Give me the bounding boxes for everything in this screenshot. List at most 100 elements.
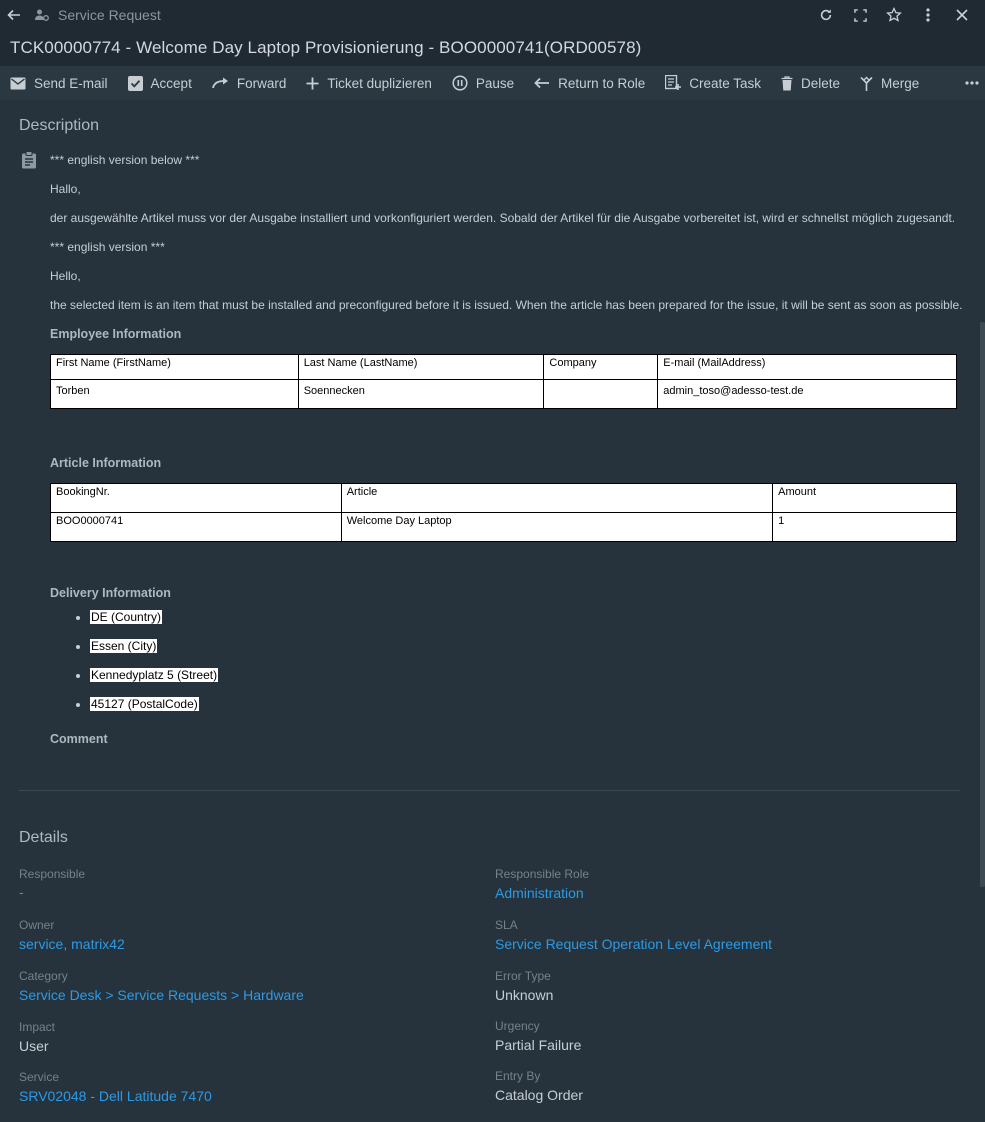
table-header-cell: Last Name (LastName) <box>297 354 545 380</box>
checkbox-icon <box>127 75 143 91</box>
delivery-country: DE (Country) <box>90 610 163 624</box>
urgency-value: Partial Failure <box>495 1037 582 1053</box>
delivery-info-heading: Delivery Information <box>50 586 171 600</box>
table-row: BOO0000741 Welcome Day Laptop 1 <box>50 512 957 542</box>
table-header-row: BookingNr. Article Amount <box>50 483 957 513</box>
task-list-icon <box>665 75 682 90</box>
create-task-button[interactable]: Create Task <box>655 66 771 100</box>
responsible-label: Responsible <box>19 867 86 881</box>
table-header-cell: BookingNr. <box>50 483 342 513</box>
table-cell: Soennecken <box>297 379 545 409</box>
sla-label: SLA <box>495 918 518 932</box>
error-type-value: Unknown <box>495 987 554 1003</box>
back-arrow-icon[interactable] <box>0 7 28 23</box>
impact-label: Impact <box>19 1020 56 1034</box>
forward-button[interactable]: Forward <box>202 66 297 100</box>
comment-heading: Comment <box>50 732 108 746</box>
service-label: Service <box>19 1070 60 1084</box>
owner-label: Owner <box>19 918 55 932</box>
send-email-button[interactable]: Send E-mail <box>0 66 118 100</box>
pause-label: Pause <box>475 75 515 91</box>
impact-value: User <box>19 1038 49 1054</box>
delivery-street: Kennedyplatz 5 (Street) <box>90 668 219 682</box>
table-cell <box>543 379 659 409</box>
duplicate-ticket-button[interactable]: Ticket duplizieren <box>296 66 442 100</box>
table-cell: Welcome Day Laptop <box>340 512 774 542</box>
forward-icon <box>211 77 228 89</box>
details-heading: Details <box>19 829 68 846</box>
delivery-city: Essen (City) <box>90 639 158 653</box>
accept-button[interactable]: Accept <box>118 66 202 100</box>
pause-button[interactable]: Pause <box>442 66 524 100</box>
forward-label: Forward <box>236 75 287 91</box>
return-arrow-icon <box>534 77 550 89</box>
merge-icon <box>860 76 873 91</box>
mail-icon <box>10 77 26 89</box>
window-actions <box>809 0 979 30</box>
more-horizontal-icon[interactable] <box>965 66 979 100</box>
list-item: Kennedyplatz 5 (Street) <box>90 668 219 697</box>
clipboard-icon <box>21 151 37 174</box>
article-info-heading: Article Information <box>50 456 162 470</box>
breadcrumb: Service Request <box>58 7 161 23</box>
description-line-4: *** english version *** <box>50 240 165 254</box>
table-cell: BOO0000741 <box>50 512 342 542</box>
list-item: Essen (City) <box>90 639 218 668</box>
delete-button[interactable]: Delete <box>771 66 850 100</box>
pause-icon <box>452 75 468 91</box>
table-header-cell: E-mail (MailAddress) <box>657 354 957 380</box>
description-line-3: der ausgewählte Artikel muss vor der Aus… <box>50 211 956 225</box>
plus-icon <box>306 77 319 89</box>
table-header-cell: Amount <box>772 483 957 513</box>
refresh-icon[interactable] <box>809 8 843 22</box>
return-to-role-button[interactable]: Return to Role <box>524 66 655 100</box>
responsible-role-label: Responsible Role <box>495 867 590 881</box>
description-line-6: the selected item is an item that must b… <box>50 298 963 312</box>
entry-by-value: Catalog Order <box>495 1087 583 1103</box>
scrollbar-thumb[interactable] <box>980 322 985 887</box>
more-vertical-icon[interactable] <box>911 8 945 22</box>
category-link[interactable]: Service Desk > Service Requests > Hardwa… <box>19 987 304 1003</box>
employee-info-heading: Employee Information <box>50 327 182 341</box>
table-header-cell: Company <box>543 354 659 380</box>
responsible-value: - <box>19 884 24 900</box>
description-line-2: Hallo, <box>50 182 81 196</box>
entry-by-label: Entry By <box>495 1069 541 1083</box>
error-type-label: Error Type <box>495 969 551 983</box>
return-to-role-label: Return to Role <box>558 75 646 91</box>
description-line-5: Hello, <box>50 269 81 283</box>
sla-link[interactable]: Service Request Operation Level Agreemen… <box>495 936 772 952</box>
category-label: Category <box>19 969 68 983</box>
table-row: Torben Soennecken admin_toso@adesso-test… <box>50 379 957 409</box>
trash-icon <box>781 75 793 90</box>
page-title: TCK00000774 - Welcome Day Laptop Provisi… <box>10 38 642 57</box>
list-item: DE (Country) <box>90 610 218 639</box>
table-cell: 1 <box>772 512 957 542</box>
urgency-label: Urgency <box>495 1019 540 1033</box>
close-icon[interactable] <box>945 9 979 21</box>
service-link[interactable]: SRV02048 - Dell Latitude 7470 <box>19 1088 212 1104</box>
table-cell: admin_toso@adesso-test.de <box>657 379 957 409</box>
description-line-1: *** english version below *** <box>50 153 200 167</box>
create-task-label: Create Task <box>689 75 762 91</box>
service-request-icon <box>34 7 50 23</box>
section-divider <box>19 790 960 791</box>
send-email-label: Send E-mail <box>34 75 108 91</box>
list-item: 45127 (PostalCode) <box>90 697 218 726</box>
delivery-postal-code: 45127 (PostalCode) <box>90 697 199 711</box>
app-header: Service Request <box>0 0 985 30</box>
fullscreen-icon[interactable] <box>843 8 877 22</box>
delete-label: Delete <box>801 75 841 91</box>
table-header-row: First Name (FirstName) Last Name (LastNa… <box>50 354 957 380</box>
employee-table: First Name (FirstName) Last Name (LastNa… <box>50 354 957 409</box>
action-toolbar: Send E-mail Accept Forward Ticket dupliz… <box>0 66 985 100</box>
owner-link[interactable]: service, matrix42 <box>19 936 125 952</box>
star-icon[interactable] <box>877 7 911 23</box>
table-header-cell: Article <box>340 483 774 513</box>
merge-button[interactable]: Merge <box>850 66 929 100</box>
title-bar: TCK00000774 - Welcome Day Laptop Provisi… <box>0 30 985 66</box>
table-header-cell: First Name (FirstName) <box>50 354 299 380</box>
article-table: BookingNr. Article Amount BOO0000741 Wel… <box>50 483 957 542</box>
accept-label: Accept <box>150 75 192 91</box>
responsible-role-link[interactable]: Administration <box>495 885 584 901</box>
